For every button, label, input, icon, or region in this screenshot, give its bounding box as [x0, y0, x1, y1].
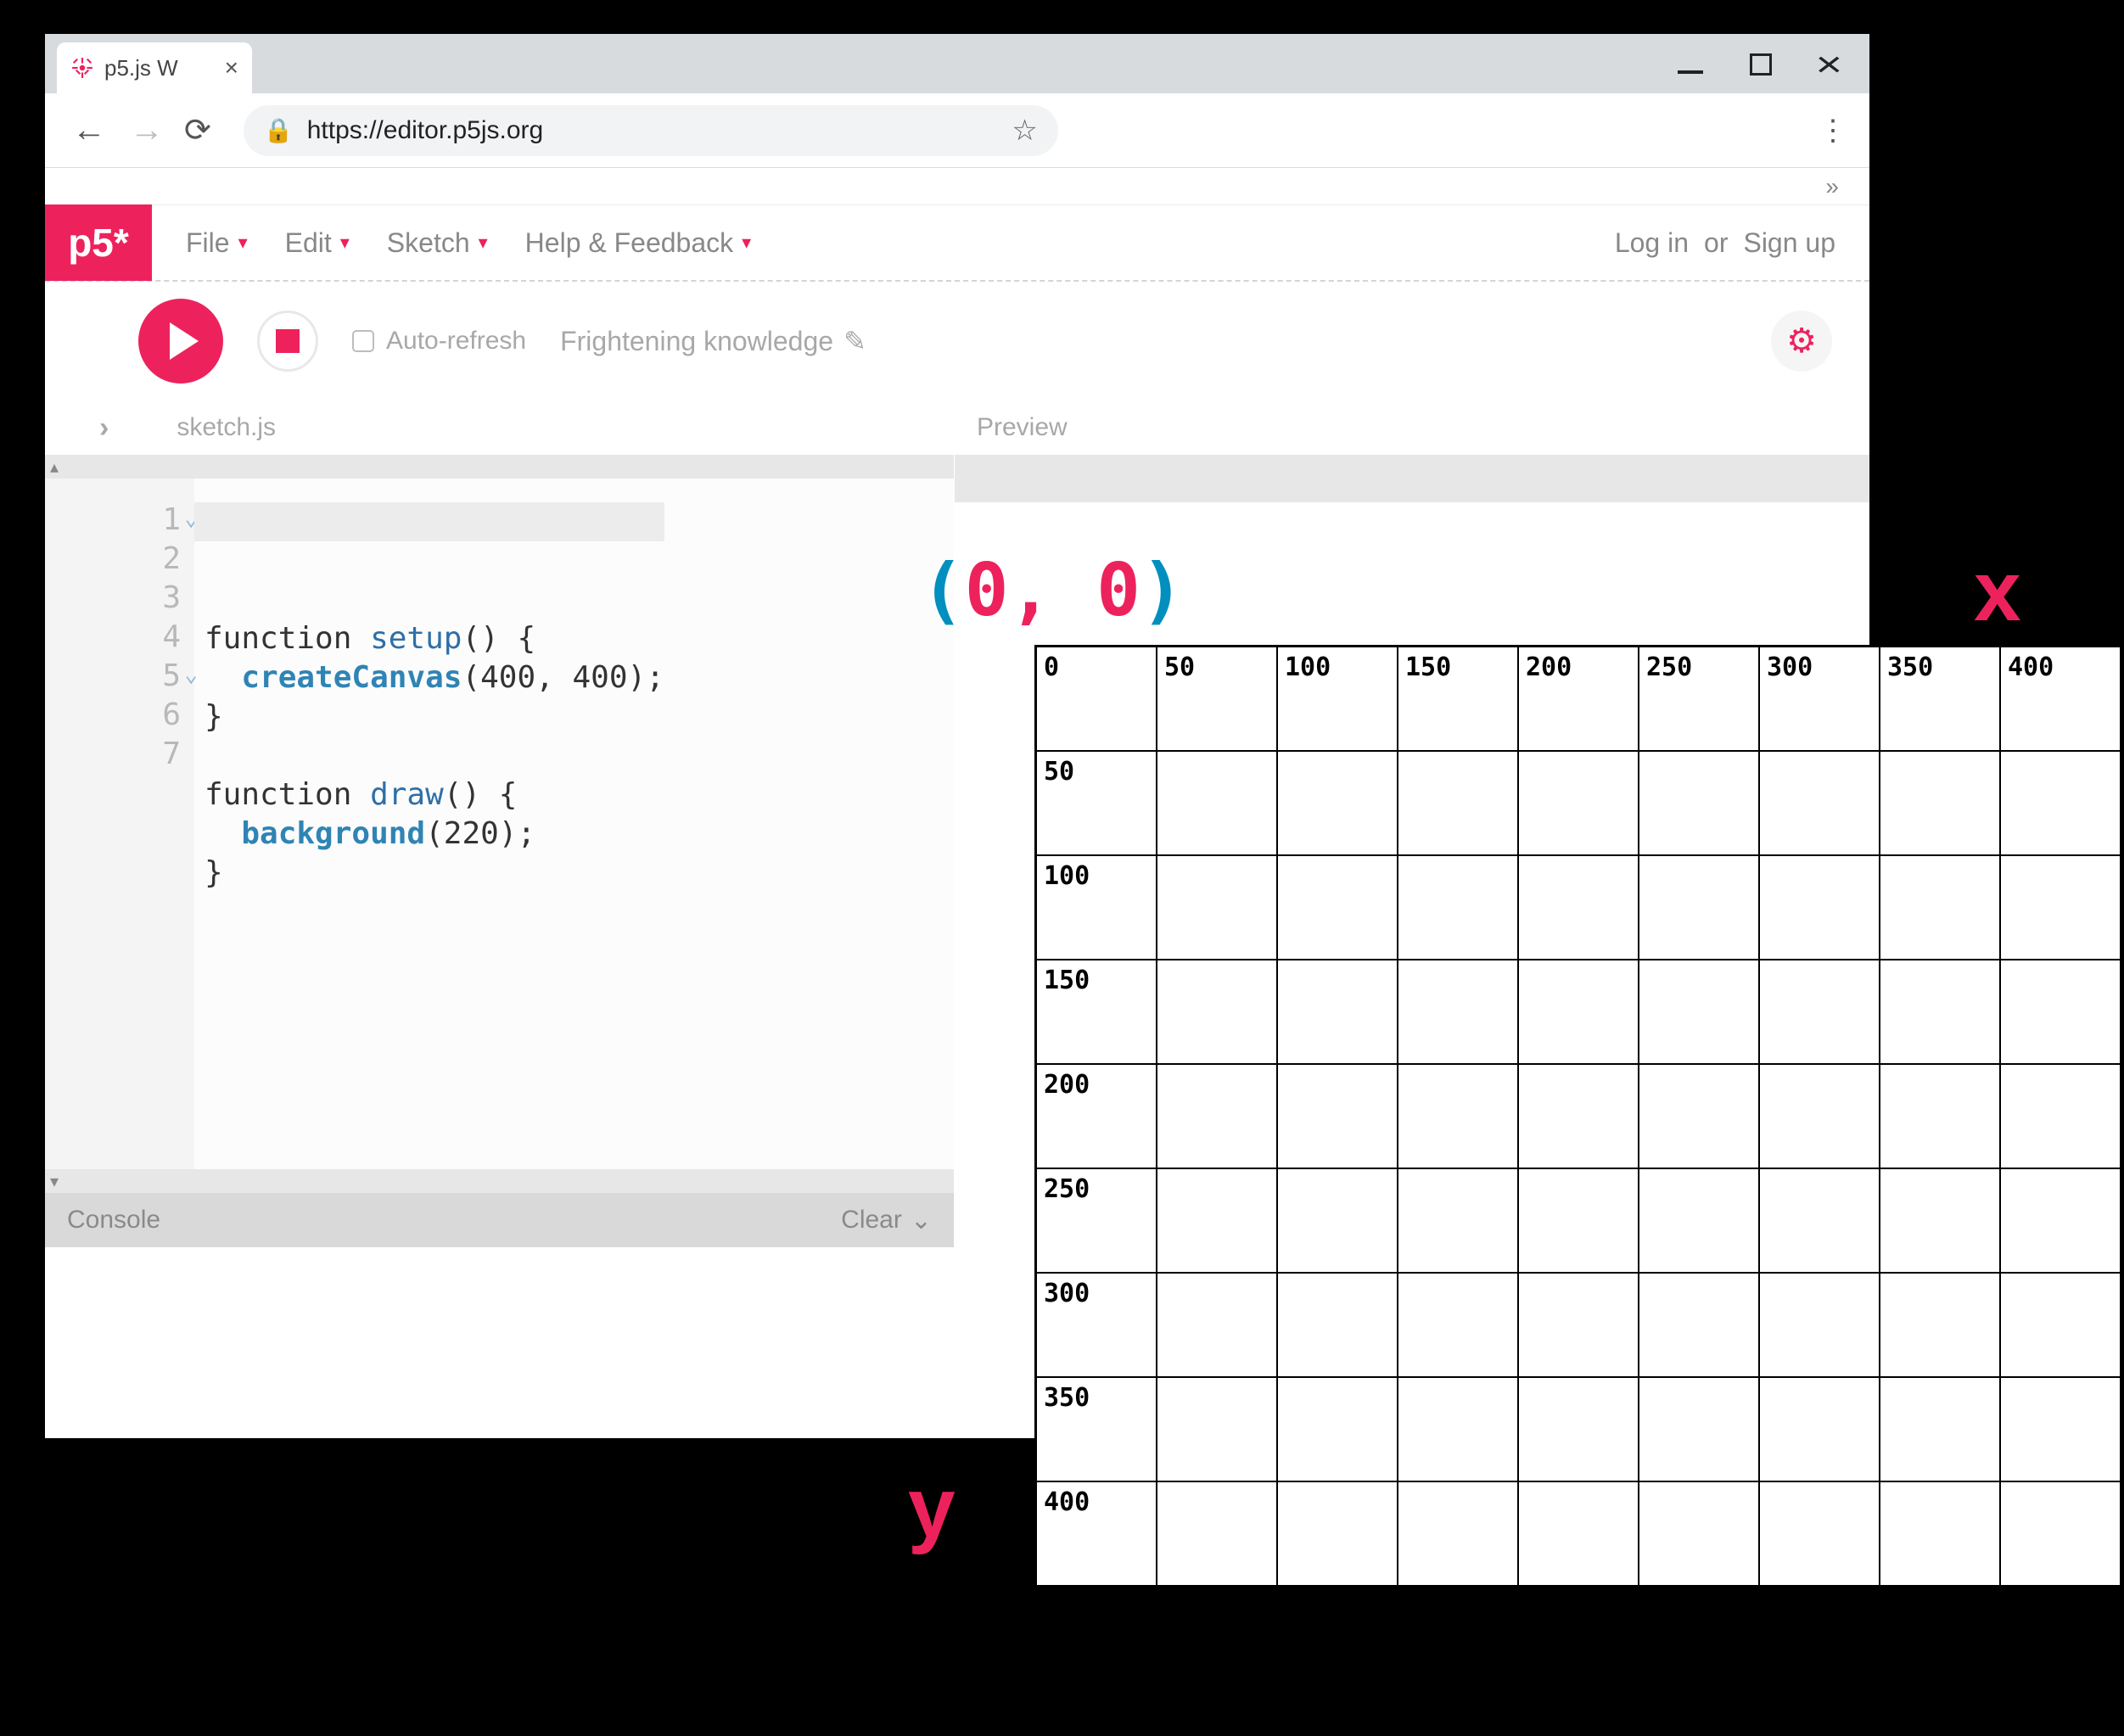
chevron-down-icon: ▾	[238, 232, 248, 254]
file-header: › sketch.js	[45, 400, 954, 455]
auth-links: Log in or Sign up	[1615, 227, 1869, 259]
tab-close-icon[interactable]: ×	[225, 54, 238, 81]
stop-button[interactable]	[257, 311, 318, 372]
code-editor[interactable]: 1234567 function setup() { createCanvas(…	[45, 455, 954, 1193]
stop-icon	[276, 329, 300, 353]
coordinate-grid: 0501001502002503003504005010015020025030…	[1034, 645, 2122, 1588]
p5-logo[interactable]: p5*	[45, 204, 152, 281]
line-highlight	[194, 502, 664, 541]
settings-button[interactable]: ⚙	[1771, 311, 1832, 372]
menu-sketch[interactable]: Sketch▾	[387, 227, 488, 259]
sidebar-expand-icon[interactable]: ›	[99, 412, 109, 445]
auto-refresh-toggle[interactable]: Auto-refresh	[352, 327, 526, 356]
tab-title: p5.js W	[104, 55, 178, 81]
preview-body	[955, 455, 1869, 502]
menu-file[interactable]: File▾	[186, 227, 248, 259]
url-text: https://editor.p5js.org	[307, 116, 999, 145]
close-window-button[interactable]: ×	[1816, 44, 1843, 85]
console-label: Console	[67, 1206, 160, 1235]
line-gutter: 1234567	[45, 455, 194, 1193]
menu-help[interactable]: Help & Feedback▾	[525, 227, 752, 259]
chevron-down-icon: ▾	[742, 232, 751, 254]
auth-or: or	[1704, 227, 1728, 259]
console-output	[45, 1247, 954, 1438]
browser-toolbar: ← → ⟳ 🔒 https://editor.p5js.org ☆ ⋮	[45, 93, 1869, 168]
chevron-down-icon: ⌄	[911, 1206, 932, 1235]
console-bar[interactable]: Console Clear ⌄	[45, 1193, 954, 1247]
code-text[interactable]: function setup() { createCanvas(400, 400…	[194, 455, 664, 1193]
p5-menubar: p5* File▾ Edit▾ Sketch▾ Help & Feedback▾…	[45, 205, 1869, 282]
play-icon	[170, 322, 199, 360]
sketch-name[interactable]: Frightening knowledge ✎	[560, 325, 866, 357]
tab-strip: p5.js W × ×	[45, 34, 1869, 93]
lock-icon: 🔒	[264, 116, 294, 144]
pencil-icon: ✎	[843, 325, 866, 357]
console-clear-button[interactable]: Clear ⌄	[841, 1206, 932, 1235]
chevron-down-icon: ▾	[479, 232, 488, 254]
auto-refresh-label: Auto-refresh	[386, 327, 526, 356]
preview-header: Preview	[955, 400, 1869, 455]
sketch-toolbar: Auto-refresh Frightening knowledge ✎ ⚙	[45, 282, 1869, 400]
auto-refresh-checkbox[interactable]	[352, 330, 374, 352]
login-link[interactable]: Log in	[1615, 227, 1689, 259]
window-controls: ×	[1678, 44, 1869, 93]
signup-link[interactable]: Sign up	[1743, 227, 1835, 259]
browser-menu-button[interactable]: ⋮	[1819, 114, 1846, 148]
editor-pane: › sketch.js 1234567 function setup() { c…	[45, 400, 955, 1438]
reload-button[interactable]: ⟳	[184, 111, 211, 149]
overflow-chevron-icon[interactable]: »	[1825, 173, 1839, 199]
current-file[interactable]: sketch.js	[177, 413, 276, 442]
play-button[interactable]	[138, 299, 223, 384]
chevron-down-icon: ▾	[340, 232, 350, 254]
back-button[interactable]: ←	[69, 111, 109, 149]
minimize-button[interactable]	[1678, 70, 1703, 74]
browser-tab[interactable]: p5.js W ×	[57, 42, 252, 93]
y-axis-label: y	[908, 1459, 956, 1557]
menu-edit[interactable]: Edit▾	[285, 227, 350, 259]
bookmark-star-icon[interactable]: ☆	[1012, 114, 1037, 148]
gear-icon: ⚙	[1786, 322, 1817, 361]
forward-button[interactable]: →	[126, 111, 167, 149]
x-axis-label: x	[1974, 543, 2021, 641]
p5-menu: File▾ Edit▾ Sketch▾ Help & Feedback▾	[152, 227, 751, 259]
grid-table: 0501001502002503003504005010015020025030…	[1035, 646, 2121, 1587]
address-bar[interactable]: 🔒 https://editor.p5js.org ☆	[244, 105, 1058, 156]
origin-label: (0, 0)	[921, 548, 1185, 633]
toolbar-overflow-row: »	[45, 168, 1869, 205]
maximize-button[interactable]	[1750, 53, 1772, 76]
p5-favicon-icon	[70, 56, 94, 80]
